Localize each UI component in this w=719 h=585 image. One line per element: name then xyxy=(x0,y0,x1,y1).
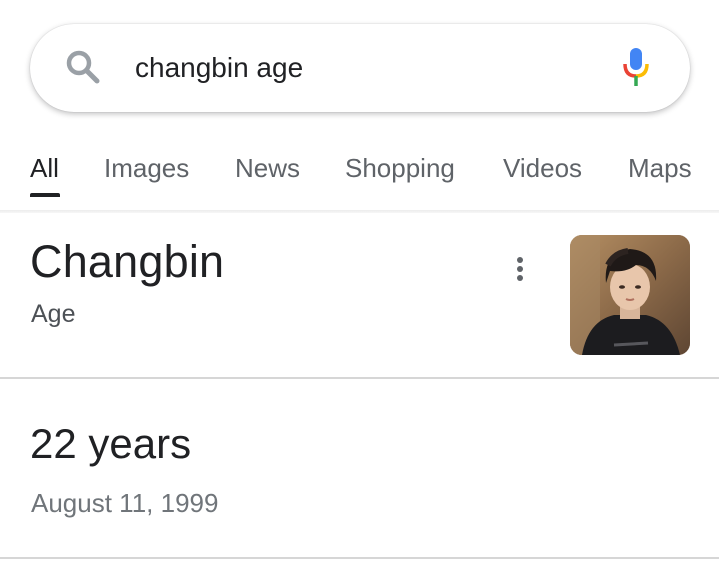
entity-title[interactable]: Changbin xyxy=(30,236,224,288)
search-bar[interactable] xyxy=(30,24,690,112)
section-divider xyxy=(0,557,719,559)
entity-photo-image xyxy=(570,235,690,355)
tab-all[interactable]: All xyxy=(30,153,59,184)
more-dot xyxy=(517,257,523,263)
entity-subtitle: Age xyxy=(31,300,76,328)
mic-icon[interactable] xyxy=(620,46,652,90)
tab-shopping[interactable]: Shopping xyxy=(345,153,455,184)
more-dot xyxy=(517,275,523,281)
section-divider xyxy=(0,377,719,379)
search-input[interactable] xyxy=(135,46,575,90)
more-dot xyxy=(517,266,523,272)
tab-images[interactable]: Images xyxy=(104,153,189,184)
active-tab-indicator xyxy=(30,193,60,197)
tabs-divider xyxy=(0,210,719,213)
search-icon[interactable] xyxy=(64,48,104,88)
answer-value: 22 years xyxy=(30,420,192,467)
more-vert-icon[interactable] xyxy=(508,253,532,285)
answer-birthdate: August 11, 1999 xyxy=(31,488,219,518)
tab-news[interactable]: News xyxy=(235,153,300,184)
tab-maps[interactable]: Maps xyxy=(628,153,692,184)
search-tabs: All Images News Shopping Videos Maps xyxy=(0,145,719,205)
entity-photo[interactable] xyxy=(570,235,690,355)
tab-videos[interactable]: Videos xyxy=(503,153,582,184)
